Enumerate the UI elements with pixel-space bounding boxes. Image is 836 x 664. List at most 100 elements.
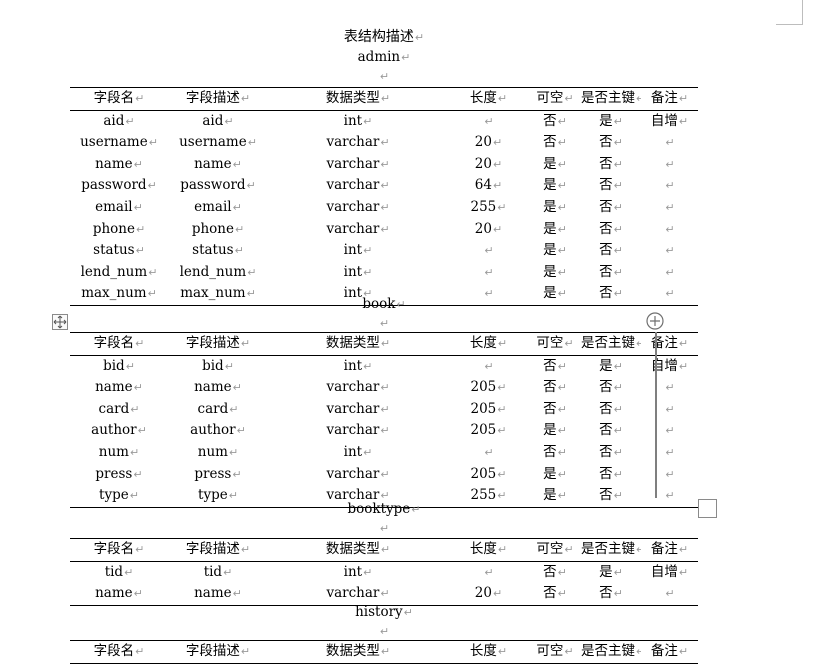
table-cell[interactable]: name↵ [168, 154, 268, 176]
table-cell[interactable]: password↵ [168, 175, 268, 197]
table-cell[interactable]: 是↵ [529, 154, 581, 176]
table-cell[interactable]: email↵ [168, 197, 268, 219]
table-cell[interactable]: 是↵ [581, 110, 641, 132]
table-cell[interactable]: bid↵ [70, 355, 168, 377]
table-cell[interactable]: aid↵ [168, 110, 268, 132]
table-cell[interactable]: int↵ [268, 355, 448, 377]
table-cell[interactable]: 否↵ [581, 399, 641, 421]
table-cell[interactable]: username↵ [168, 132, 268, 154]
table-cell[interactable]: 是↵ [529, 464, 581, 486]
table-cell[interactable]: 205↵ [448, 399, 529, 421]
table-cell[interactable]: 205↵ [448, 377, 529, 399]
table-cell[interactable]: 是↵ [529, 175, 581, 197]
table-cell[interactable]: ↵ [641, 420, 698, 442]
table-cell[interactable]: varchar↵ [268, 154, 448, 176]
table-cell[interactable]: 否↵ [581, 262, 641, 284]
table-cell[interactable]: 255↵ [448, 197, 529, 219]
table-cell[interactable]: press↵ [168, 464, 268, 486]
table-cell[interactable]: num↵ [168, 442, 268, 464]
table-cell[interactable]: 20↵ [448, 132, 529, 154]
table-cell[interactable]: 自增↵ [641, 355, 698, 377]
table-cell[interactable]: 是↵ [581, 355, 641, 377]
table-cell[interactable]: 205↵ [448, 420, 529, 442]
table-cell[interactable]: 20↵ [448, 219, 529, 241]
table-cell[interactable]: 64↵ [448, 175, 529, 197]
table-cell[interactable]: ↵ [448, 262, 529, 284]
table-cell[interactable]: 否↵ [581, 442, 641, 464]
table-cell[interactable]: lend_num↵ [70, 262, 168, 284]
table-cell[interactable]: int↵ [268, 262, 448, 284]
table-cell[interactable]: varchar↵ [268, 399, 448, 421]
table-cell[interactable]: ↵ [641, 154, 698, 176]
table-cell[interactable]: num↵ [70, 442, 168, 464]
table-cell[interactable]: 是↵ [529, 240, 581, 262]
table-cell[interactable]: ↵ [641, 262, 698, 284]
table-cell[interactable]: 是↵ [529, 262, 581, 284]
table-cell[interactable]: email↵ [70, 197, 168, 219]
table-cell[interactable]: 否↵ [581, 240, 641, 262]
table-cell[interactable]: name↵ [70, 154, 168, 176]
table-cell[interactable]: 否↵ [529, 132, 581, 154]
table-cell[interactable]: ↵ [641, 464, 698, 486]
table-cell[interactable]: ↵ [641, 399, 698, 421]
table-cell[interactable]: varchar↵ [268, 132, 448, 154]
table-cell[interactable]: 是↵ [529, 219, 581, 241]
table-cell[interactable]: password↵ [70, 175, 168, 197]
table-cell[interactable]: bid↵ [168, 355, 268, 377]
table-cell[interactable]: author↵ [70, 420, 168, 442]
table-cell[interactable]: 否↵ [529, 377, 581, 399]
table-cell[interactable]: 205↵ [448, 464, 529, 486]
table-cell[interactable]: 否↵ [581, 175, 641, 197]
table-cell[interactable]: ↵ [448, 561, 529, 583]
table-cell[interactable]: 否↵ [529, 561, 581, 583]
table-cell[interactable]: 否↵ [581, 420, 641, 442]
table-cell[interactable]: ↵ [641, 175, 698, 197]
table-cell[interactable]: ↵ [448, 442, 529, 464]
table-cell[interactable]: int↵ [268, 442, 448, 464]
table-cell[interactable]: int↵ [268, 110, 448, 132]
table-cell[interactable]: name↵ [168, 377, 268, 399]
table-cell[interactable]: status↵ [70, 240, 168, 262]
insert-column-plus-icon[interactable] [646, 312, 664, 330]
table-cell[interactable]: 否↵ [529, 355, 581, 377]
table-cell[interactable]: varchar↵ [268, 464, 448, 486]
table-cell[interactable]: ↵ [641, 240, 698, 262]
table-cell[interactable]: varchar↵ [268, 420, 448, 442]
table-cell[interactable]: 是↵ [581, 561, 641, 583]
table-cell[interactable]: ↵ [448, 355, 529, 377]
table-cell[interactable]: ↵ [641, 197, 698, 219]
table-cell[interactable]: 是↵ [529, 420, 581, 442]
table-cell[interactable]: card↵ [168, 399, 268, 421]
table-cell[interactable]: 否↵ [581, 464, 641, 486]
table-cell[interactable]: name↵ [70, 377, 168, 399]
table-cell[interactable]: ↵ [641, 132, 698, 154]
table-cell[interactable]: username↵ [70, 132, 168, 154]
table-cell[interactable]: 否↵ [529, 110, 581, 132]
table-cell[interactable]: ↵ [641, 377, 698, 399]
table-cell[interactable]: ↵ [448, 110, 529, 132]
table-move-handle-icon[interactable] [52, 314, 68, 330]
table-cell[interactable]: 否↵ [581, 219, 641, 241]
table-cell[interactable]: press↵ [70, 464, 168, 486]
table-cell[interactable]: 是↵ [529, 197, 581, 219]
table-cell[interactable]: 自增↵ [641, 561, 698, 583]
table-cell[interactable]: varchar↵ [268, 175, 448, 197]
table-cell[interactable]: phone↵ [168, 219, 268, 241]
table-cell[interactable]: ↵ [641, 442, 698, 464]
table-cell[interactable]: int↵ [268, 561, 448, 583]
table-resize-handle[interactable] [698, 499, 717, 518]
table-cell[interactable]: author↵ [168, 420, 268, 442]
table-cell[interactable]: 自增↵ [641, 110, 698, 132]
table-cell[interactable]: varchar↵ [268, 377, 448, 399]
table-cell[interactable]: phone↵ [70, 219, 168, 241]
table-cell[interactable]: 否↵ [581, 154, 641, 176]
table-cell[interactable]: ↵ [641, 219, 698, 241]
table-cell[interactable]: 否↵ [581, 132, 641, 154]
table-cell[interactable]: 20↵ [448, 154, 529, 176]
table-cell[interactable]: aid↵ [70, 110, 168, 132]
table-cell[interactable]: 否↵ [529, 399, 581, 421]
table-cell[interactable]: ↵ [448, 240, 529, 262]
table-cell[interactable]: int↵ [268, 240, 448, 262]
table-cell[interactable]: varchar↵ [268, 219, 448, 241]
table-cell[interactable]: 否↵ [581, 377, 641, 399]
